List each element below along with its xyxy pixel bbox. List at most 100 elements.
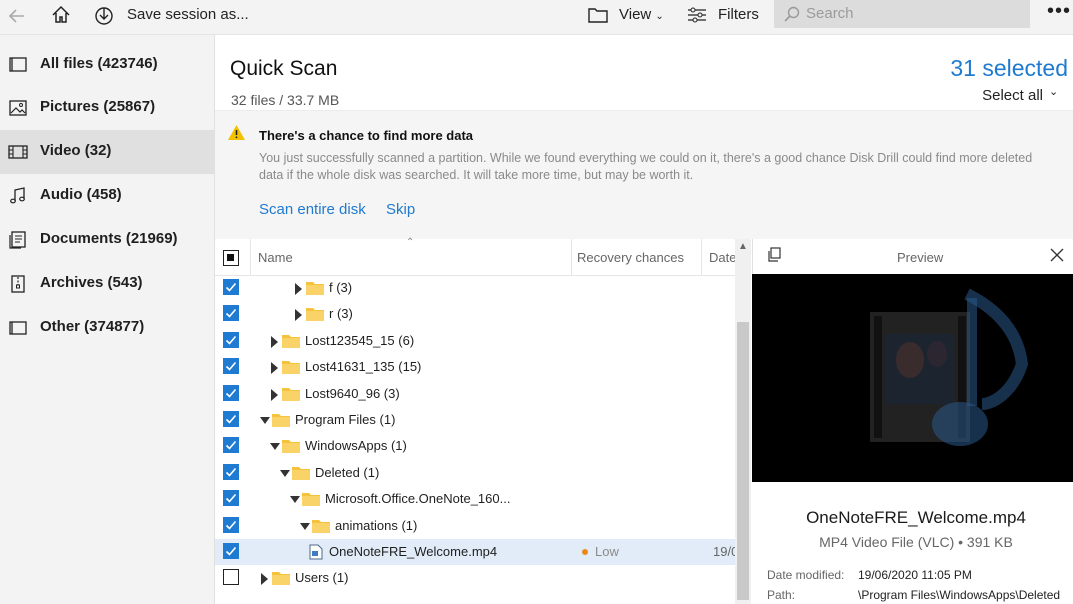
expanded-triangle-icon[interactable] xyxy=(269,440,281,458)
sidebar-item-label: Video (32) xyxy=(40,142,112,159)
collapsed-triangle-icon[interactable] xyxy=(269,335,281,353)
scan-entire-disk-link[interactable]: Scan entire disk xyxy=(259,201,366,218)
table-row[interactable]: Lost9640_96 (3) xyxy=(215,381,735,407)
search-placeholder: Search xyxy=(806,5,854,22)
sidebar-item-archives[interactable]: Archives (543) xyxy=(0,262,214,306)
warning-icon xyxy=(227,124,246,146)
folder-icon xyxy=(271,570,291,591)
filters-button[interactable]: Filters xyxy=(718,5,759,25)
scan-summary: 32 files / 33.7 MB xyxy=(231,92,340,108)
scroll-up-icon[interactable]: ▲ xyxy=(738,241,748,252)
collapsed-triangle-icon[interactable] xyxy=(259,572,271,590)
sidebar-item-other[interactable]: Other (374877) xyxy=(0,306,214,350)
row-name: Lost123545_15 (6) xyxy=(305,333,415,348)
download-icon[interactable] xyxy=(94,5,114,30)
row-checkbox[interactable] xyxy=(223,279,239,295)
collapsed-triangle-icon[interactable] xyxy=(269,361,281,379)
column-date[interactable]: Date xyxy=(709,250,736,265)
folder-icon xyxy=(281,386,301,407)
filters-icon[interactable] xyxy=(687,6,707,29)
sidebar-item-audio[interactable]: Audio (458) xyxy=(0,174,214,218)
video-file-icon xyxy=(309,544,323,565)
row-checkbox[interactable] xyxy=(223,490,239,506)
row-checkbox[interactable] xyxy=(223,332,239,348)
banner-heading: There's a chance to find more data xyxy=(259,128,474,143)
save-session-button[interactable]: Save session as... xyxy=(127,5,249,25)
scrollbar-thumb[interactable] xyxy=(737,322,749,600)
view-menu-button[interactable]: View ⌄ xyxy=(619,5,664,27)
sidebar-item-label: Archives (543) xyxy=(40,274,143,291)
chevron-down-icon: ⌄ xyxy=(655,11,664,22)
row-checkbox[interactable] xyxy=(223,411,239,427)
sidebar-item-video[interactable]: Video (32) xyxy=(0,130,214,174)
table-row[interactable]: Lost41631_135 (15) xyxy=(215,354,735,380)
folder-icon xyxy=(271,412,291,433)
date-modified-value: 19/06/2020 11:05 PM xyxy=(858,568,972,582)
collapsed-triangle-icon[interactable] xyxy=(269,388,281,406)
sidebar-item-label: All files (423746) xyxy=(40,55,158,72)
back-arrow-icon[interactable] xyxy=(7,6,27,31)
column-name[interactable]: Name xyxy=(258,250,293,265)
home-icon[interactable] xyxy=(50,4,72,31)
row-checkbox[interactable] xyxy=(223,543,239,559)
folder-icon xyxy=(311,518,331,539)
expanded-triangle-icon[interactable] xyxy=(259,414,271,432)
video-thumbnail xyxy=(752,274,1073,482)
folder-icon xyxy=(281,438,301,459)
picture-icon xyxy=(9,100,27,116)
copy-icon[interactable] xyxy=(766,247,782,268)
sidebar-item-documents[interactable]: Documents (21969) xyxy=(0,218,214,262)
more-options-icon[interactable]: ••• xyxy=(1047,0,1071,23)
sidebar-item-label: Other (374877) xyxy=(40,318,145,335)
media-file-icon xyxy=(870,288,1029,446)
row-checkbox[interactable] xyxy=(223,464,239,480)
skip-link[interactable]: Skip xyxy=(386,201,415,218)
recovery-low-dot xyxy=(582,549,588,555)
recovery-chance: Low xyxy=(595,544,619,559)
table-row[interactable]: Microsoft.Office.OneNote_160... xyxy=(215,486,735,512)
collapsed-triangle-icon[interactable] xyxy=(293,308,305,326)
expanded-triangle-icon[interactable] xyxy=(299,520,311,538)
sidebar-item-label: Audio (458) xyxy=(40,186,122,203)
row-name: Lost9640_96 (3) xyxy=(305,386,400,401)
view-label: View xyxy=(619,6,652,23)
row-checkbox[interactable] xyxy=(223,569,239,585)
folder-view-icon[interactable] xyxy=(588,6,608,29)
table-row[interactable]: Lost123545_15 (6) xyxy=(215,328,735,354)
row-checkbox[interactable] xyxy=(223,437,239,453)
preview-title: Preview xyxy=(897,250,944,265)
table-row[interactable]: Deleted (1) xyxy=(215,460,735,486)
select-all-checkbox[interactable] xyxy=(223,250,239,266)
toolbar: Save session as... View ⌄ Filters Search… xyxy=(0,0,1073,35)
expanded-triangle-icon[interactable] xyxy=(279,467,291,485)
table-row[interactable]: Program Files (1) xyxy=(215,407,735,433)
sidebar-item-label: Pictures (25867) xyxy=(40,98,156,115)
date-modified-label: Date modified: xyxy=(767,568,845,582)
music-note-icon xyxy=(10,187,25,204)
search-input[interactable]: Search xyxy=(774,0,1030,28)
row-checkbox[interactable] xyxy=(223,385,239,401)
select-all-dropdown[interactable]: Select all ⌄ xyxy=(982,86,1058,104)
collapsed-triangle-icon[interactable] xyxy=(293,282,305,300)
row-checkbox[interactable] xyxy=(223,517,239,533)
expanded-triangle-icon[interactable] xyxy=(289,493,301,511)
row-checkbox[interactable] xyxy=(223,358,239,374)
preview-file-name: OneNoteFRE_Welcome.mp4 xyxy=(806,508,1026,527)
close-icon[interactable] xyxy=(1050,248,1064,267)
table-row[interactable]: r (3) xyxy=(215,301,735,327)
archive-icon xyxy=(11,275,25,293)
film-icon xyxy=(8,145,28,159)
table-row[interactable]: Users (1) xyxy=(215,565,735,591)
row-checkbox[interactable] xyxy=(223,305,239,321)
row-name: f (3) xyxy=(329,280,353,295)
row-name: OneNoteFRE_Welcome.mp4 xyxy=(329,544,498,559)
table-row[interactable]: f (3) xyxy=(215,275,735,301)
sidebar-item-pictures[interactable]: Pictures (25867) xyxy=(0,86,214,130)
folder-icon xyxy=(305,306,325,327)
all-files-icon xyxy=(9,57,27,72)
sidebar-item-all-files[interactable]: All files (423746) xyxy=(0,43,214,87)
table-row[interactable]: animations (1) xyxy=(215,513,735,539)
table-row[interactable]: OneNoteFRE_Welcome.mp4 Low 19/0 xyxy=(215,539,738,565)
column-recovery-chances[interactable]: Recovery chances xyxy=(577,250,684,265)
table-row[interactable]: WindowsApps (1) xyxy=(215,433,735,459)
